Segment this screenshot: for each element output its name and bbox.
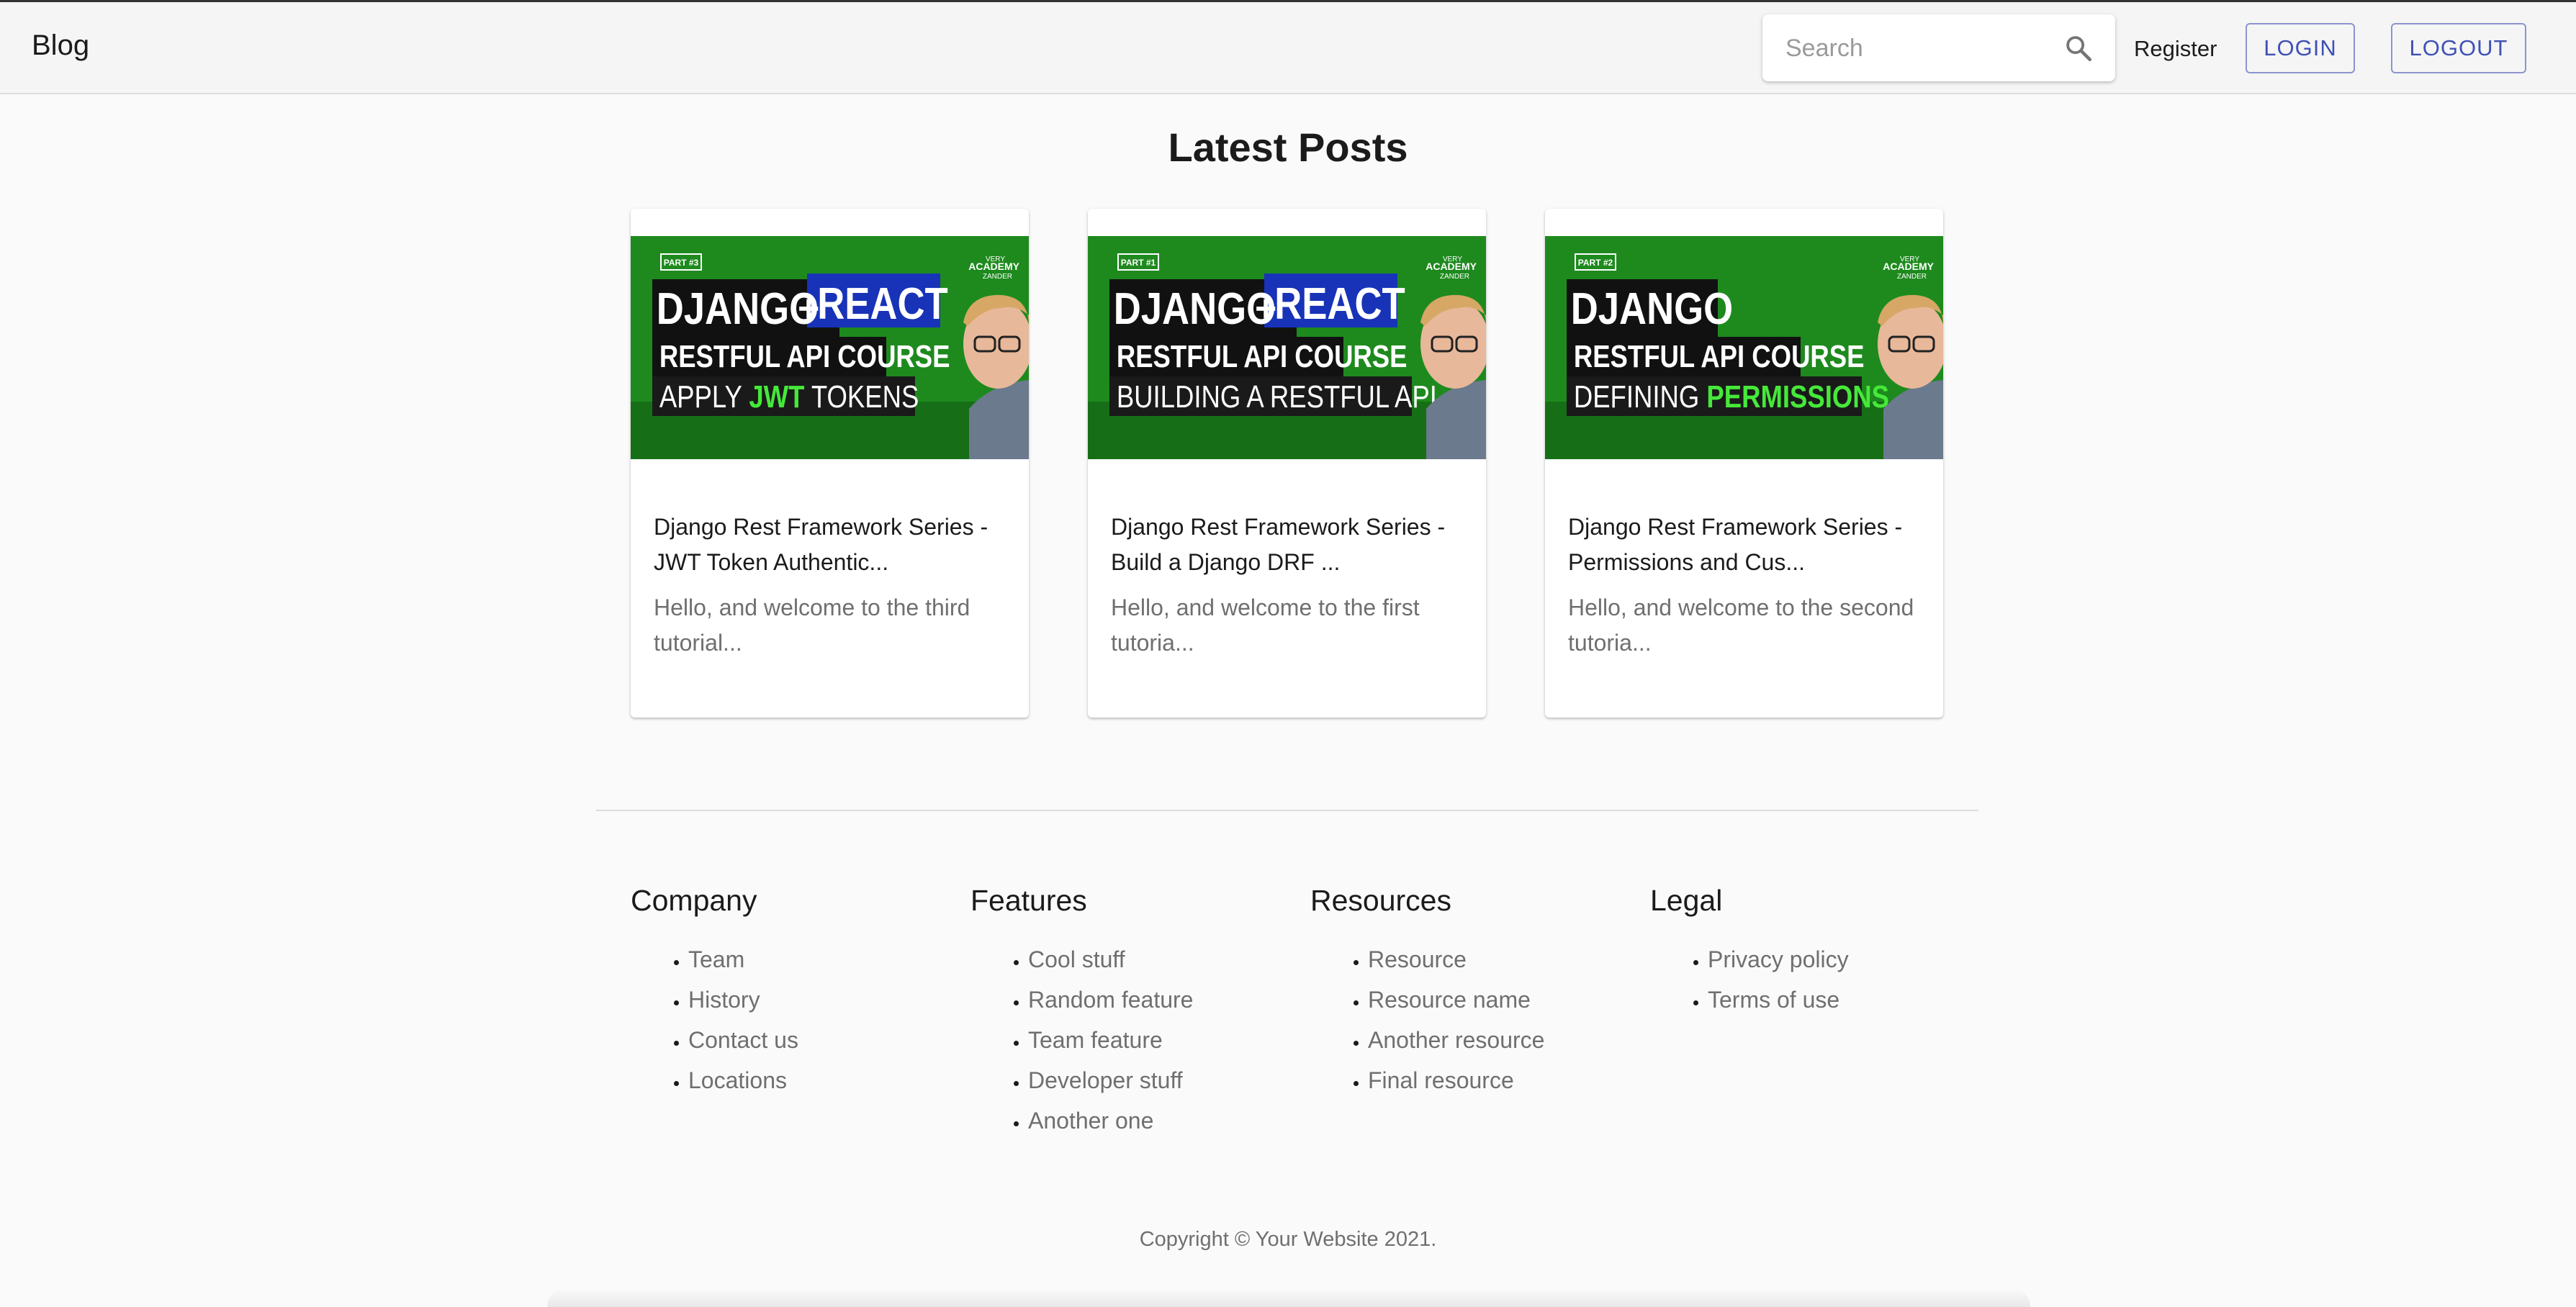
thumb-logo-3: ZANDER — [1440, 273, 1469, 281]
footer-link[interactable]: Another resource — [1368, 1020, 1544, 1060]
svg-text:APPLY JWT TOKENS: APPLY JWT TOKENS — [659, 379, 919, 415]
thumb-react: REACT — [1274, 279, 1405, 329]
footer-link-list: Privacy policy Terms of use — [1650, 939, 1849, 1020]
footer-link[interactable]: Resource — [1368, 939, 1544, 980]
thumb-badge: PART #2 — [1578, 258, 1613, 268]
thumb-line2: RESTFUL API COURSE — [1574, 338, 1865, 374]
footer-column-company: Company Team History Contact us Location… — [631, 884, 798, 1100]
login-button[interactable]: LOGIN — [2246, 23, 2355, 73]
thumb-line3b: JWT — [749, 379, 804, 415]
footer-link[interactable]: Contact us — [688, 1020, 798, 1060]
page-title: Latest Posts — [1168, 125, 1408, 170]
post-card[interactable]: PART #3 DJANGO + REACT RESTFUL API COURS… — [631, 209, 1029, 718]
footer-column-title: Legal — [1650, 884, 1723, 917]
post-thumbnail: PART #3 DJANGO + REACT RESTFUL API COURS… — [631, 236, 1029, 459]
post-thumbnail: PART #2 DJANGO RESTFUL API COURSE DEFINI… — [1545, 236, 1943, 459]
post-card[interactable]: PART #1 DJANGO + REACT RESTFUL API COURS… — [1088, 209, 1486, 718]
thumbnail-graphic: PART #1 DJANGO + REACT RESTFUL API COURS… — [1088, 236, 1486, 459]
thumb-line2: RESTFUL API COURSE — [1117, 338, 1408, 374]
thumb-line2: RESTFUL API COURSE — [659, 338, 950, 374]
post-title[interactable]: Django Rest Framework Series - Build a D… — [1111, 510, 1471, 580]
footer-link[interactable]: Final resource — [1368, 1060, 1544, 1100]
thumb-badge: PART #1 — [1121, 258, 1156, 268]
footer-column-title: Company — [631, 884, 757, 917]
footer-column-title: Resources — [1310, 884, 1451, 917]
footer-column-features: Features Cool stuff Random feature Team … — [970, 884, 1193, 1141]
thumb-logo-2: ACADEMY — [1426, 261, 1477, 272]
footer-link[interactable]: Developer stuff — [1028, 1060, 1193, 1100]
footer-link-list: Cool stuff Random feature Team feature D… — [970, 939, 1193, 1141]
copyright-text: Copyright © Your Website 2021. — [1139, 1228, 1437, 1251]
thumb-line1: DJANGO — [1114, 284, 1276, 334]
thumb-react: REACT — [817, 279, 947, 329]
footer-link[interactable]: Team feature — [1028, 1020, 1193, 1060]
footer-link[interactable]: Another one — [1028, 1100, 1193, 1141]
logout-button[interactable]: LOGOUT — [2391, 23, 2526, 73]
register-link[interactable]: Register — [2134, 36, 2217, 62]
footer-link[interactable]: Resource name — [1368, 980, 1544, 1020]
thumb-plus: + — [1255, 288, 1276, 330]
search-input[interactable] — [1784, 14, 2046, 83]
post-thumbnail: PART #1 DJANGO + REACT RESTFUL API COURS… — [1088, 236, 1486, 459]
thumb-line1: DJANGO — [1571, 284, 1733, 334]
thumb-line3a: BUILDING A RESTFUL API — [1117, 379, 1437, 415]
thumb-logo-3: ZANDER — [1897, 273, 1927, 281]
footer-link[interactable]: Team — [688, 939, 798, 980]
footer-link-list: Team History Contact us Locations — [631, 939, 798, 1100]
post-title[interactable]: Django Rest Framework Series - JWT Token… — [654, 510, 1014, 580]
thumb-line3c: TOKENS — [804, 379, 919, 415]
footer-link[interactable]: Locations — [688, 1060, 798, 1100]
app-bar: Blog Register LOGIN LOGOUT — [0, 2, 2576, 94]
thumbnail-graphic: PART #3 DJANGO + REACT RESTFUL API COURS… — [631, 236, 1029, 459]
thumb-logo-2: ACADEMY — [1883, 261, 1934, 272]
post-excerpt: Hello, and welcome to the first tutoria.… — [1111, 594, 1420, 656]
search-box[interactable] — [1762, 14, 2115, 83]
post-title[interactable]: Django Rest Framework Series - Permissio… — [1568, 510, 1928, 580]
footer-link-list: Resource Resource name Another resource … — [1310, 939, 1544, 1100]
svg-text:BUILDING A RESTFUL API: BUILDING A RESTFUL API — [1117, 379, 1437, 415]
footer-column-resources: Resources Resource Resource name Another… — [1310, 884, 1544, 1100]
footer-column-legal: Legal Privacy policy Terms of use — [1650, 884, 1849, 1020]
post-excerpt: Hello, and welcome to the second tutoria… — [1568, 594, 1914, 656]
footer-link[interactable]: History — [688, 980, 798, 1020]
thumb-line1: DJANGO — [657, 284, 819, 334]
post-card[interactable]: PART #2 DJANGO RESTFUL API COURSE DEFINI… — [1545, 209, 1943, 718]
thumb-logo-2: ACADEMY — [968, 261, 1019, 272]
post-excerpt: Hello, and welcome to the third tutorial… — [654, 594, 970, 656]
thumb-line3a: DEFINING — [1574, 379, 1707, 415]
thumbnail-graphic: PART #2 DJANGO RESTFUL API COURSE DEFINI… — [1545, 236, 1943, 459]
search-icon[interactable] — [2063, 33, 2094, 63]
footer-divider — [596, 810, 1978, 811]
footer-link[interactable]: Cool stuff — [1028, 939, 1193, 980]
footer-column-title: Features — [970, 884, 1087, 917]
thumb-logo-3: ZANDER — [983, 273, 1012, 281]
thumb-line3b: PERMISSIONS — [1706, 379, 1889, 415]
svg-text:DEFINING PERMISSIONS: DEFINING PERMISSIONS — [1574, 379, 1889, 415]
thumb-plus: + — [798, 288, 819, 330]
thumb-badge: PART #3 — [664, 258, 699, 268]
brand-logo-text[interactable]: Blog — [32, 30, 89, 62]
footer-link[interactable]: Terms of use — [1708, 980, 1849, 1020]
thumb-line3a: APPLY — [659, 379, 749, 415]
footer-link[interactable]: Random feature — [1028, 980, 1193, 1020]
bottom-shadow — [547, 1288, 2030, 1307]
footer-link[interactable]: Privacy policy — [1708, 939, 1849, 980]
